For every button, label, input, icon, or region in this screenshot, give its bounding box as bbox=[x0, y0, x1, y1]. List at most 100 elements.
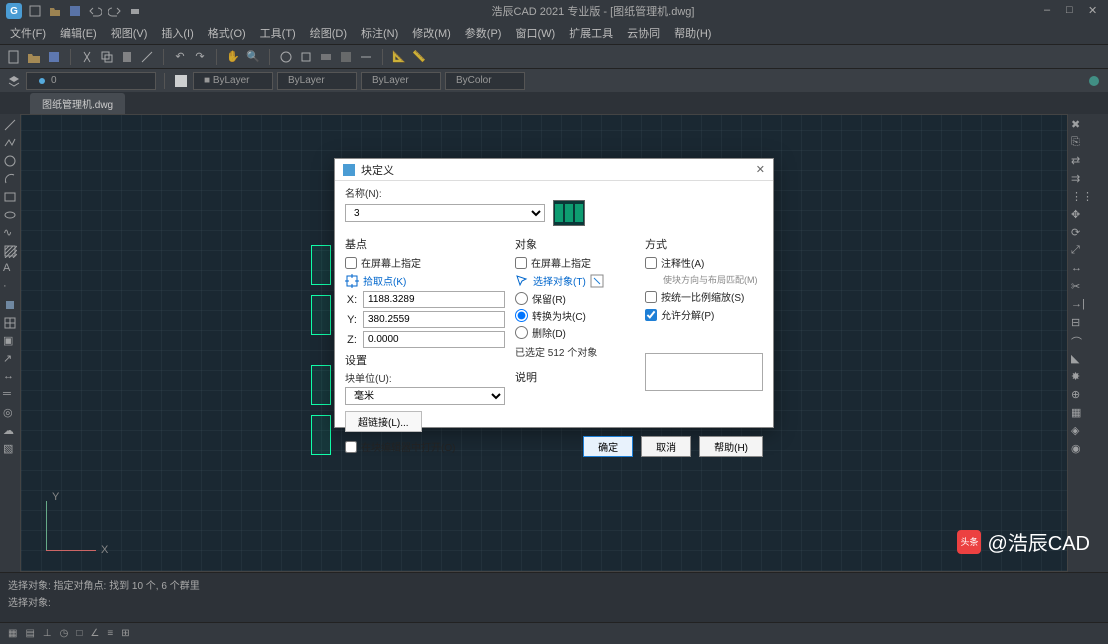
dialog-close-icon[interactable]: ✕ bbox=[756, 163, 765, 176]
move-icon[interactable]: ✥ bbox=[1071, 208, 1085, 222]
quickselect-icon[interactable] bbox=[590, 274, 604, 288]
pan-icon[interactable]: ✋ bbox=[225, 49, 241, 65]
undo-icon[interactable]: ↶ bbox=[172, 49, 188, 65]
donut-icon[interactable]: ◎ bbox=[3, 406, 17, 420]
tb-icon-4[interactable] bbox=[338, 49, 354, 65]
extend-icon[interactable]: →| bbox=[1071, 298, 1085, 312]
z-input[interactable] bbox=[363, 331, 505, 348]
line-icon[interactable] bbox=[3, 118, 17, 132]
maximize-icon[interactable]: □ bbox=[1066, 4, 1080, 18]
obj-onscreen-check[interactable] bbox=[515, 257, 527, 269]
break-icon[interactable]: ⊟ bbox=[1071, 316, 1085, 330]
polyline-icon[interactable] bbox=[3, 136, 17, 150]
open-icon[interactable] bbox=[48, 4, 62, 18]
arc-icon[interactable] bbox=[3, 172, 17, 186]
text-icon[interactable]: A bbox=[3, 262, 17, 276]
region-icon[interactable]: ▣ bbox=[3, 334, 17, 348]
tb-icon-5[interactable] bbox=[358, 49, 374, 65]
erase-icon[interactable]: ✖ bbox=[1071, 118, 1085, 132]
unit-combo[interactable]: 毫米 bbox=[345, 387, 505, 405]
menu-window[interactable]: 窗口(W) bbox=[515, 25, 555, 41]
fillet-icon[interactable]: ⌒ bbox=[1071, 334, 1085, 348]
mirror-icon[interactable]: ⇄ bbox=[1071, 154, 1085, 168]
redo-icon[interactable] bbox=[108, 4, 122, 18]
sb-model[interactable]: ⊞ bbox=[121, 628, 129, 639]
base-onscreen-check[interactable] bbox=[345, 257, 357, 269]
spline-icon[interactable]: ∿ bbox=[3, 226, 17, 240]
cancel-button[interactable]: 取消 bbox=[641, 436, 691, 457]
zoom-icon[interactable]: 🔍 bbox=[245, 49, 261, 65]
pick-point-link[interactable]: 拾取点(K) bbox=[363, 273, 406, 288]
tb-icon-7[interactable]: 📏 bbox=[411, 49, 427, 65]
new-icon[interactable] bbox=[28, 4, 42, 18]
y-input[interactable] bbox=[363, 311, 505, 328]
copy-icon[interactable] bbox=[99, 49, 115, 65]
explode-check[interactable] bbox=[645, 309, 657, 321]
document-tab[interactable]: 图纸管理机.dwg bbox=[30, 93, 125, 114]
save-icon[interactable] bbox=[68, 4, 82, 18]
save-icon[interactable] bbox=[46, 49, 62, 65]
sb-snap[interactable]: ▦ bbox=[8, 628, 17, 639]
linetype-combo[interactable]: ByLayer bbox=[277, 72, 357, 90]
undo-icon[interactable] bbox=[88, 4, 102, 18]
paste-icon[interactable] bbox=[119, 49, 135, 65]
block-icon[interactable] bbox=[3, 298, 17, 312]
ellipse-icon[interactable] bbox=[3, 208, 17, 222]
scale-icon[interactable]: ⤢ bbox=[1071, 244, 1085, 258]
scale-check[interactable] bbox=[645, 291, 657, 303]
close-icon[interactable]: ✕ bbox=[1088, 4, 1102, 18]
sb-otrack[interactable]: ∠ bbox=[90, 628, 99, 639]
wipeout-icon[interactable]: ▧ bbox=[3, 442, 17, 456]
mod-18[interactable]: ◈ bbox=[1071, 424, 1085, 438]
command-area[interactable]: 选择对象: 指定对角点: 找到 10 个, 6 个群里 选择对象: bbox=[0, 572, 1108, 622]
name-combo[interactable]: 3 bbox=[345, 204, 545, 222]
menu-help[interactable]: 帮助(H) bbox=[674, 25, 711, 41]
ok-button[interactable]: 确定 bbox=[583, 436, 633, 457]
description-textarea[interactable] bbox=[645, 353, 763, 391]
menu-ext[interactable]: 扩展工具 bbox=[569, 25, 613, 41]
array-icon[interactable]: ⋮⋮ bbox=[1071, 190, 1085, 204]
pick-point-icon[interactable] bbox=[345, 274, 359, 288]
dialog-titlebar[interactable]: 块定义 ✕ bbox=[335, 159, 773, 181]
menu-format[interactable]: 格式(O) bbox=[208, 25, 246, 41]
menu-param[interactable]: 参数(P) bbox=[465, 25, 502, 41]
sb-osnap[interactable]: □ bbox=[76, 628, 82, 639]
menu-insert[interactable]: 插入(I) bbox=[161, 25, 193, 41]
xline-icon[interactable]: ↔ bbox=[3, 370, 17, 384]
help-button[interactable]: 帮助(H) bbox=[699, 436, 763, 457]
select-objects-link[interactable]: 选择对象(T) bbox=[533, 273, 586, 288]
trim-icon[interactable]: ✂ bbox=[1071, 280, 1085, 294]
mod-17[interactable]: ▦ bbox=[1071, 406, 1085, 420]
color-icon[interactable] bbox=[173, 73, 189, 89]
ray-icon[interactable]: ↗ bbox=[3, 352, 17, 366]
layer-combo[interactable]: 0 bbox=[26, 72, 156, 90]
convert-radio[interactable] bbox=[515, 309, 528, 322]
tb-icon-1[interactable] bbox=[278, 49, 294, 65]
tb-icon-2[interactable] bbox=[298, 49, 314, 65]
rotate-icon[interactable]: ⟳ bbox=[1071, 226, 1085, 240]
retain-radio[interactable] bbox=[515, 292, 528, 305]
explode-icon[interactable]: ✸ bbox=[1071, 370, 1085, 384]
open-editor-check[interactable] bbox=[345, 441, 357, 453]
new-icon[interactable] bbox=[6, 49, 22, 65]
tb-right-1[interactable] bbox=[1086, 73, 1102, 89]
color-combo[interactable]: ■ ByLayer bbox=[193, 72, 273, 90]
chamfer-icon[interactable]: ◣ bbox=[1071, 352, 1085, 366]
lineweight-combo[interactable]: ByLayer bbox=[361, 72, 441, 90]
open-icon[interactable] bbox=[26, 49, 42, 65]
sb-lwt[interactable]: ≡ bbox=[107, 628, 113, 639]
sb-ortho[interactable]: ⊥ bbox=[43, 628, 52, 639]
sb-grid[interactable]: ▤ bbox=[25, 628, 34, 639]
delete-radio[interactable] bbox=[515, 326, 528, 339]
mod-19[interactable]: ◉ bbox=[1071, 442, 1085, 456]
join-icon[interactable]: ⊕ bbox=[1071, 388, 1085, 402]
menu-cloud[interactable]: 云协同 bbox=[627, 25, 660, 41]
cut-icon[interactable] bbox=[79, 49, 95, 65]
menu-draw[interactable]: 绘图(D) bbox=[310, 25, 347, 41]
menu-view[interactable]: 视图(V) bbox=[111, 25, 148, 41]
minimize-icon[interactable]: – bbox=[1044, 4, 1058, 18]
tb-icon-3[interactable] bbox=[318, 49, 334, 65]
hatch-icon[interactable] bbox=[3, 244, 17, 258]
plotstyle-combo[interactable]: ByColor bbox=[445, 72, 525, 90]
x-input[interactable] bbox=[363, 291, 505, 308]
